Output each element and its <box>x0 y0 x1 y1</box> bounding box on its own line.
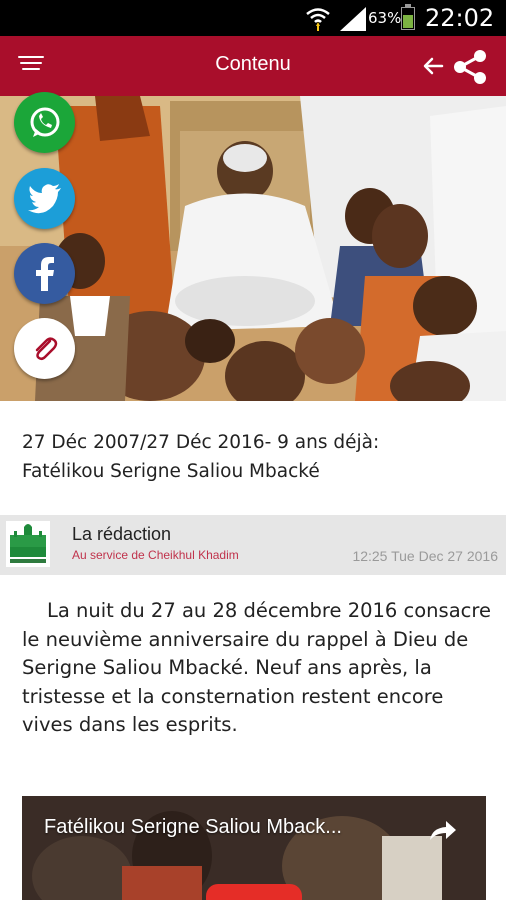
app-bar: Contenu <box>0 36 506 96</box>
facebook-share-button[interactable] <box>14 243 75 304</box>
article-body: La nuit du 27 au 28 décembre 2016 consac… <box>22 599 491 736</box>
signal-icon <box>340 7 366 31</box>
facebook-icon <box>35 256 54 291</box>
embedded-video[interactable]: Fatélikou Serigne Saliou Mback... <box>22 796 486 900</box>
article-headline: 27 Déc 2007/27 Déc 2016- 9 ans déjà: Fat… <box>22 428 482 486</box>
battery-icon <box>401 4 415 30</box>
paperclip-icon <box>35 336 57 360</box>
twitter-share-button[interactable] <box>14 168 75 229</box>
battery-percent: 63% <box>368 9 402 27</box>
wifi-icon <box>306 8 330 31</box>
headline-line-2: Fatélikou Serigne Saliou Mbacké <box>22 461 320 482</box>
whatsapp-icon <box>30 107 59 137</box>
headline-line-1: 27 Déc 2007/27 Déc 2016- 9 ans déjà: <box>22 432 380 453</box>
author-bar: La rédaction Au service de Cheikhul Khad… <box>0 515 506 575</box>
touba-logo <box>6 521 50 567</box>
whatsapp-share-button[interactable] <box>14 92 75 153</box>
video-share-icon[interactable] <box>428 818 458 842</box>
twitter-icon <box>27 183 61 213</box>
share-icon[interactable] <box>451 48 489 86</box>
copy-link-button[interactable] <box>14 318 75 379</box>
author-tagline: Au service de Cheikhul Khadim <box>72 548 239 562</box>
clock: 22:02 <box>425 4 495 32</box>
status-bar: 63% 22:02 <box>0 0 506 36</box>
author-name: La rédaction <box>72 524 172 544</box>
back-arrow-icon[interactable] <box>422 55 444 77</box>
video-play-button[interactable] <box>206 884 302 900</box>
article-hero-image <box>0 96 506 401</box>
publish-date: 12:25 Tue Dec 27 2016 <box>352 548 498 564</box>
video-title: Fatélikou Serigne Saliou Mback... <box>44 816 342 838</box>
